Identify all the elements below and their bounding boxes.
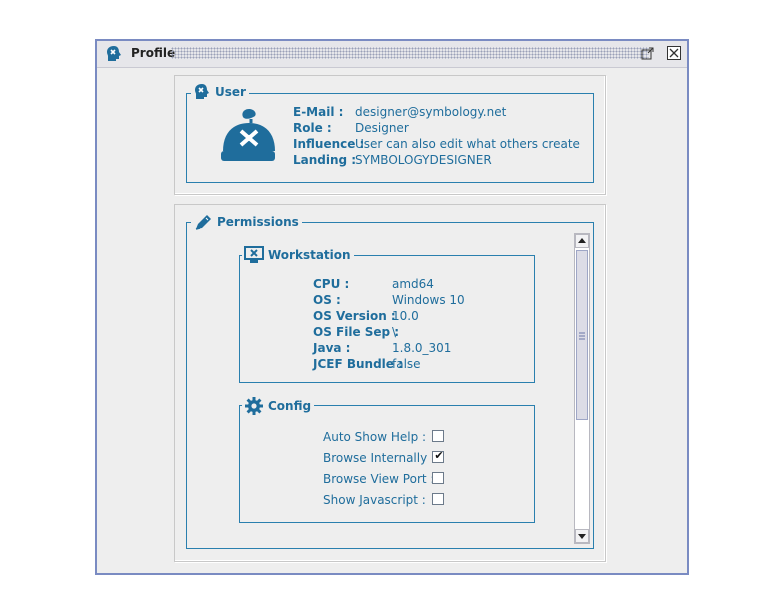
- scroll-down-button[interactable]: [575, 529, 589, 543]
- landing-label: Landing :: [293, 153, 357, 167]
- auto-show-help-label: Auto Show Help :: [323, 430, 427, 444]
- user-head-icon: [195, 84, 209, 99]
- browse-view-port-label: Browse View Port :: [323, 472, 435, 486]
- permissions-panel: Permissions Workstation CPU : amd64 OS :…: [174, 204, 606, 562]
- permissions-legend-label: Permissions: [217, 215, 299, 229]
- monitor-icon: [244, 246, 264, 263]
- scroll-up-button[interactable]: [575, 234, 589, 248]
- os-label: OS :: [313, 293, 341, 307]
- jcef-bundle-label: JCEF Bundle :: [313, 357, 403, 371]
- arrow-up-icon: [578, 238, 586, 243]
- close-icon[interactable]: [667, 46, 681, 60]
- permissions-legend: Permissions: [191, 213, 302, 231]
- arrow-down-icon: [578, 534, 586, 539]
- permissions-scrollbar[interactable]: [574, 233, 590, 544]
- os-value: Windows 10: [392, 293, 465, 307]
- influence-label: Influence :: [293, 137, 365, 151]
- gear-icon: [245, 397, 263, 415]
- java-label: Java :: [313, 341, 351, 355]
- role-value: Designer: [355, 121, 409, 135]
- os-file-sep-value: \: [392, 325, 397, 339]
- os-version-value: 10.0: [392, 309, 419, 323]
- workstation-legend-label: Workstation: [268, 248, 351, 262]
- title-grip: [171, 47, 649, 59]
- browse-view-port-checkbox[interactable]: [432, 472, 444, 484]
- workstation-legend: Workstation: [242, 246, 354, 264]
- window-title: Profile: [131, 46, 176, 60]
- title-bar[interactable]: Profile: [97, 41, 687, 68]
- show-javascript-checkbox[interactable]: [432, 493, 444, 505]
- thumb-grip-icon: [579, 332, 585, 340]
- profile-head-icon: [107, 46, 121, 61]
- cpu-value: amd64: [392, 277, 434, 291]
- config-legend-label: Config: [268, 399, 312, 413]
- pencil-icon: [195, 215, 211, 230]
- config-legend: Config: [242, 396, 315, 416]
- designer-avatar-icon: [221, 109, 275, 161]
- cpu-label: CPU :: [313, 277, 350, 291]
- browse-internally-label: Browse Internally :: [323, 451, 436, 465]
- landing-value: SYMBOLOGYDESIGNER: [355, 153, 492, 167]
- scroll-thumb[interactable]: [576, 250, 588, 420]
- user-panel: User E-Mail : designer@symbology.net Rol…: [174, 75, 606, 195]
- restore-icon[interactable]: [641, 46, 655, 60]
- auto-show-help-checkbox[interactable]: [432, 430, 444, 442]
- browse-internally-checkbox[interactable]: ✔: [432, 449, 444, 463]
- java-value: 1.8.0_301: [392, 341, 452, 355]
- jcef-bundle-value: false: [392, 357, 421, 371]
- email-label: E-Mail :: [293, 105, 344, 119]
- os-file-sep-label: OS File Sep :: [313, 325, 400, 339]
- influence-value: User can also edit what others create: [355, 137, 580, 151]
- role-label: Role :: [293, 121, 332, 135]
- os-version-label: OS Version :: [313, 309, 396, 323]
- browse-internally-checkmark: ✔: [434, 449, 444, 462]
- email-value: designer@symbology.net: [355, 105, 507, 119]
- user-legend-label: User: [215, 85, 246, 99]
- show-javascript-label: Show Javascript :: [323, 493, 426, 507]
- user-legend: User: [191, 83, 249, 101]
